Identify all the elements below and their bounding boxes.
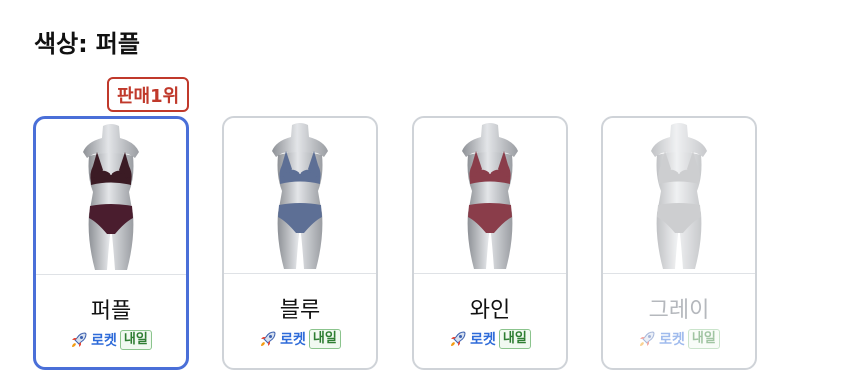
option-label: 색상:: [34, 30, 88, 58]
rocket-delivery-label: 로켓: [91, 333, 117, 349]
card-divider: [603, 273, 755, 274]
variant-name: 블루: [279, 298, 321, 323]
variant-name: 와인: [469, 298, 511, 323]
variant-card-gray[interactable]: 그레이 로켓 내일: [601, 116, 757, 370]
delivery-info: 로켓 내일: [414, 329, 566, 349]
card-divider: [224, 273, 376, 274]
delivery-info: 로켓 내일: [603, 329, 755, 349]
product-image: [224, 118, 376, 274]
rocket-icon: [638, 330, 656, 348]
selected-option-value: 퍼플: [95, 30, 140, 58]
rocket-delivery-label: 로켓: [280, 332, 306, 348]
bestseller-badge: 판매1위: [107, 77, 190, 112]
tomorrow-delivery-tag: 내일: [308, 329, 341, 349]
variant-card-wine[interactable]: 와인 로켓 내일: [412, 116, 568, 370]
tomorrow-delivery-tag: 내일: [498, 329, 531, 349]
product-image: [36, 119, 186, 275]
variant-card-blue[interactable]: 블루 로켓 내일: [222, 116, 378, 370]
product-image: [603, 118, 755, 274]
card-divider: [414, 273, 566, 274]
rocket-delivery-label: 로켓: [470, 332, 496, 348]
variant-card-purple[interactable]: 퍼플 로켓 내일: [33, 116, 189, 370]
delivery-info: 로켓 내일: [36, 330, 186, 350]
tomorrow-delivery-tag: 내일: [687, 329, 720, 349]
rocket-icon: [70, 331, 88, 349]
card-divider: [36, 274, 186, 275]
rocket-icon: [449, 330, 467, 348]
delivery-info: 로켓 내일: [224, 329, 376, 349]
product-image: [414, 118, 566, 274]
tomorrow-delivery-tag: 내일: [119, 330, 152, 350]
option-title: 색상: 퍼플: [34, 24, 140, 59]
rocket-delivery-label: 로켓: [659, 332, 685, 348]
rocket-icon: [259, 330, 277, 348]
variant-name: 퍼플: [90, 299, 132, 324]
variant-name: 그레이: [648, 298, 710, 323]
